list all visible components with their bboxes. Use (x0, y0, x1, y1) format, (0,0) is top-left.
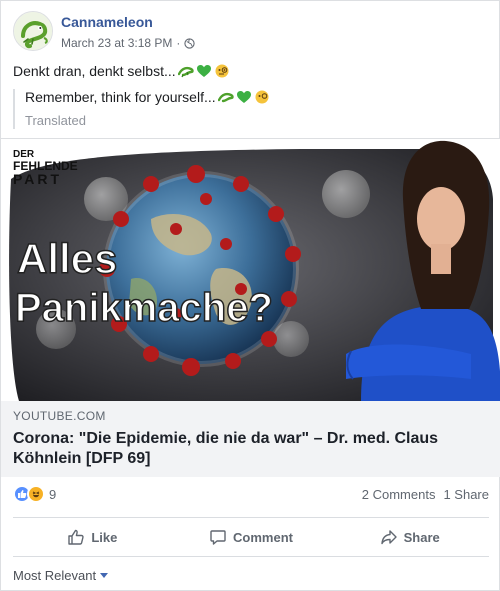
lizard-emoji-icon (177, 66, 194, 78)
engagement-counts: 2 Comments 1 Share (362, 487, 489, 502)
sort-selected-label: Most Relevant (13, 568, 97, 583)
headline-line2: Panikmache? (15, 286, 273, 330)
comment-button[interactable]: Comment (172, 518, 331, 556)
post-actions: Like Comment Share (13, 517, 489, 557)
face-with-monocle-emoji-icon (215, 64, 229, 78)
green-heart-emoji-icon (196, 65, 211, 77)
comment-label: Comment (233, 529, 293, 545)
like-label: Like (91, 529, 118, 545)
caret-down-icon (100, 573, 109, 578)
face-with-monocle-emoji-icon (255, 90, 269, 104)
green-heart-emoji-icon (236, 91, 251, 103)
lizard-emoji-icon (217, 92, 234, 103)
post-text: Denkt dran, denkt selbst... (13, 63, 230, 79)
link-domain: YOUTUBE.COM (13, 409, 106, 423)
post-timestamp[interactable]: March 23 at 3:18 PM (61, 36, 172, 50)
logo-line3: PART (13, 171, 62, 187)
reaction-summary[interactable]: 9 (13, 485, 56, 503)
chameleon-logo-icon (14, 12, 52, 50)
author-avatar[interactable] (13, 11, 53, 51)
post-meta: March 23 at 3:18 PM · (61, 36, 196, 50)
reaction-count: 9 (49, 486, 57, 502)
share-label: Share (403, 529, 440, 545)
translated-text: Remember, think for yourself... (25, 89, 270, 105)
link-preview[interactable]: DER FEHLENDE PART Alles Panikmache? YOUT… (1, 138, 500, 477)
share-arrow-icon (380, 530, 397, 545)
translation-block: Remember, think for yourself... Translat… (13, 89, 270, 129)
translated-text-content: Remember, think for yourself... (25, 89, 216, 105)
comments-sort-dropdown[interactable]: Most Relevant (13, 568, 109, 583)
link-info[interactable]: YOUTUBE.COM Corona: "Die Epidemie, die n… (1, 401, 500, 477)
thumbs-up-icon (68, 529, 84, 545)
post-text-content: Denkt dran, denkt selbst... (13, 63, 176, 79)
comments-count[interactable]: 2 Comments (362, 487, 436, 502)
globe-icon[interactable] (184, 37, 196, 49)
translated-label[interactable]: Translated (25, 113, 270, 128)
like-button[interactable]: Like (13, 518, 172, 556)
reactions-bar: 9 2 Comments 1 Share (13, 485, 489, 505)
post-header: Cannameleon March 23 at 3:18 PM · (13, 11, 489, 55)
share-button[interactable]: Share (330, 518, 489, 556)
haha-reaction-icon (27, 485, 45, 503)
headline-line1: Alles (17, 235, 117, 282)
shares-count[interactable]: 1 Share (443, 487, 489, 502)
speech-bubble-icon (210, 530, 226, 545)
facebook-post: Cannameleon March 23 at 3:18 PM · Denkt … (0, 0, 500, 591)
link-title[interactable]: Corona: "Die Epidemie, die nie da war" –… (13, 429, 489, 469)
author-name[interactable]: Cannameleon (61, 14, 153, 30)
video-thumbnail[interactable]: DER FEHLENDE PART Alles Panikmache? (1, 139, 500, 401)
